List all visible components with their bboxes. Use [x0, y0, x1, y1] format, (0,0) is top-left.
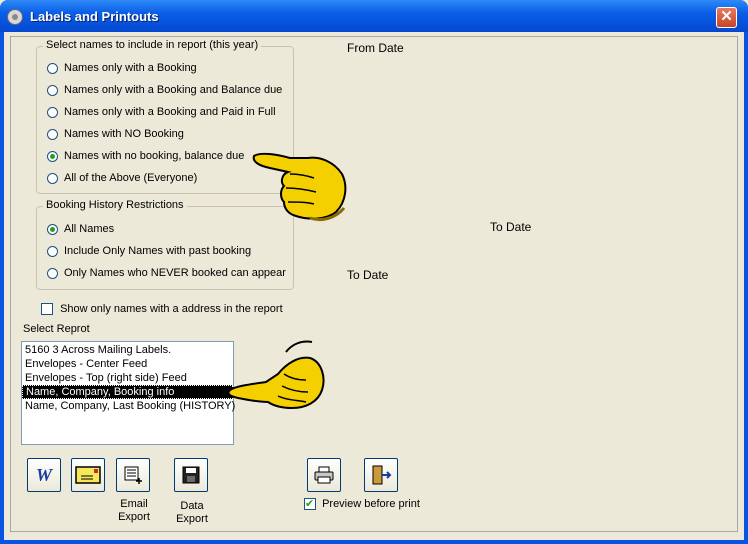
names-option-label-4: Names with no booking, balance due	[64, 150, 245, 162]
history-option-1[interactable]: Include Only Names with past booking	[47, 243, 251, 259]
email-export-icon	[124, 466, 142, 484]
window-title: Labels and Printouts	[30, 9, 159, 24]
history-option-0[interactable]: All Names	[47, 221, 114, 237]
close-button[interactable]: ✕	[716, 7, 737, 28]
report-list-item[interactable]: 5160 3 Across Mailing Labels.	[22, 343, 233, 357]
envelope-icon	[75, 466, 101, 484]
select-report-label: Select Reprot	[23, 323, 90, 335]
names-option-1[interactable]: Names only with a Booking and Balance du…	[47, 82, 282, 98]
window: Labels and Printouts ✕ Select names to i…	[0, 0, 748, 544]
names-radio-5[interactable]	[47, 172, 58, 184]
printer-icon	[314, 466, 334, 484]
report-list-item[interactable]: Name, Company, Booking info	[22, 385, 233, 399]
envelope-labels-button[interactable]	[71, 458, 105, 492]
history-radio-0[interactable]	[47, 223, 58, 235]
names-radio-1[interactable]	[47, 84, 58, 96]
pointing-hand-icon	[252, 152, 347, 222]
history-option-2[interactable]: Only Names who NEVER booked can appear	[47, 265, 286, 281]
names-option-label-0: Names only with a Booking	[64, 62, 197, 74]
email-export-button[interactable]	[116, 458, 150, 492]
pointing-hand-icon-2	[227, 340, 325, 410]
address-only-checkbox[interactable]	[41, 303, 53, 316]
floppy-disk-icon	[182, 466, 200, 484]
address-only-label: Show only names with a address in the re…	[60, 303, 283, 316]
history-radio-1[interactable]	[47, 245, 58, 257]
report-list-item[interactable]: Name, Company, Last Booking (HISTORY)	[22, 399, 235, 413]
names-radio-0[interactable]	[47, 62, 58, 74]
app-icon	[7, 9, 23, 25]
names-option-label-2: Names only with a Booking and Paid in Fu…	[64, 106, 276, 118]
preview-before-print-label: Preview before print	[322, 498, 420, 511]
title-bar[interactable]: Labels and Printouts ✕	[0, 0, 748, 32]
names-option-5[interactable]: All of the Above (Everyone)	[47, 170, 197, 186]
data-export-caption: Data Export	[176, 500, 208, 525]
from-date-label: From Date	[347, 41, 404, 55]
email-export-caption: Email Export	[118, 498, 150, 523]
history-radio-2[interactable]	[47, 267, 58, 279]
word-export-button[interactable]: W	[27, 458, 61, 492]
history-option-label-2: Only Names who NEVER booked can appear	[64, 267, 286, 279]
preview-before-print-checkbox[interactable]	[304, 497, 316, 511]
names-radio-2[interactable]	[47, 106, 58, 118]
history-group-title: Booking History Restrictions	[43, 199, 187, 211]
history-option-label-0: All Names	[64, 223, 115, 235]
word-icon: W	[35, 464, 52, 485]
names-option-4[interactable]: Names with no booking, balance due	[47, 148, 244, 164]
names-option-label-1: Names only with a Booking and Balance du…	[64, 84, 283, 96]
names-radio-3[interactable]	[47, 128, 58, 140]
print-button[interactable]	[307, 458, 341, 492]
address-only-checkbox-row[interactable]: Show only names with a address in the re…	[41, 303, 283, 316]
dialog-body: Select names to include in report (this …	[4, 32, 744, 540]
names-option-3[interactable]: Names with NO Booking	[47, 126, 184, 142]
exit-button[interactable]	[364, 458, 398, 492]
report-listbox[interactable]: 5160 3 Across Mailing Labels. Envelopes -…	[21, 341, 235, 445]
report-list-item[interactable]: Envelopes - Center Feed	[22, 357, 233, 371]
to-date-label: To Date	[490, 220, 532, 234]
to-date-label-2: To Date	[347, 268, 389, 282]
names-option-label-3: Names with NO Booking	[64, 128, 184, 140]
names-option-label-5: All of the Above (Everyone)	[64, 172, 198, 184]
report-list-item[interactable]: Envelopes - Top (right side) Feed	[22, 371, 233, 385]
data-export-button[interactable]	[174, 458, 208, 492]
names-group-title: Select names to include in report (this …	[43, 39, 262, 51]
names-option-2[interactable]: Names only with a Booking and Paid in Fu…	[47, 104, 276, 120]
history-option-label-1: Include Only Names with past booking	[64, 245, 252, 257]
preview-checkbox-row[interactable]: Preview before print	[304, 497, 420, 511]
names-option-0[interactable]: Names only with a Booking	[47, 60, 197, 76]
exit-door-icon	[372, 465, 392, 485]
names-radio-4[interactable]	[47, 150, 58, 162]
